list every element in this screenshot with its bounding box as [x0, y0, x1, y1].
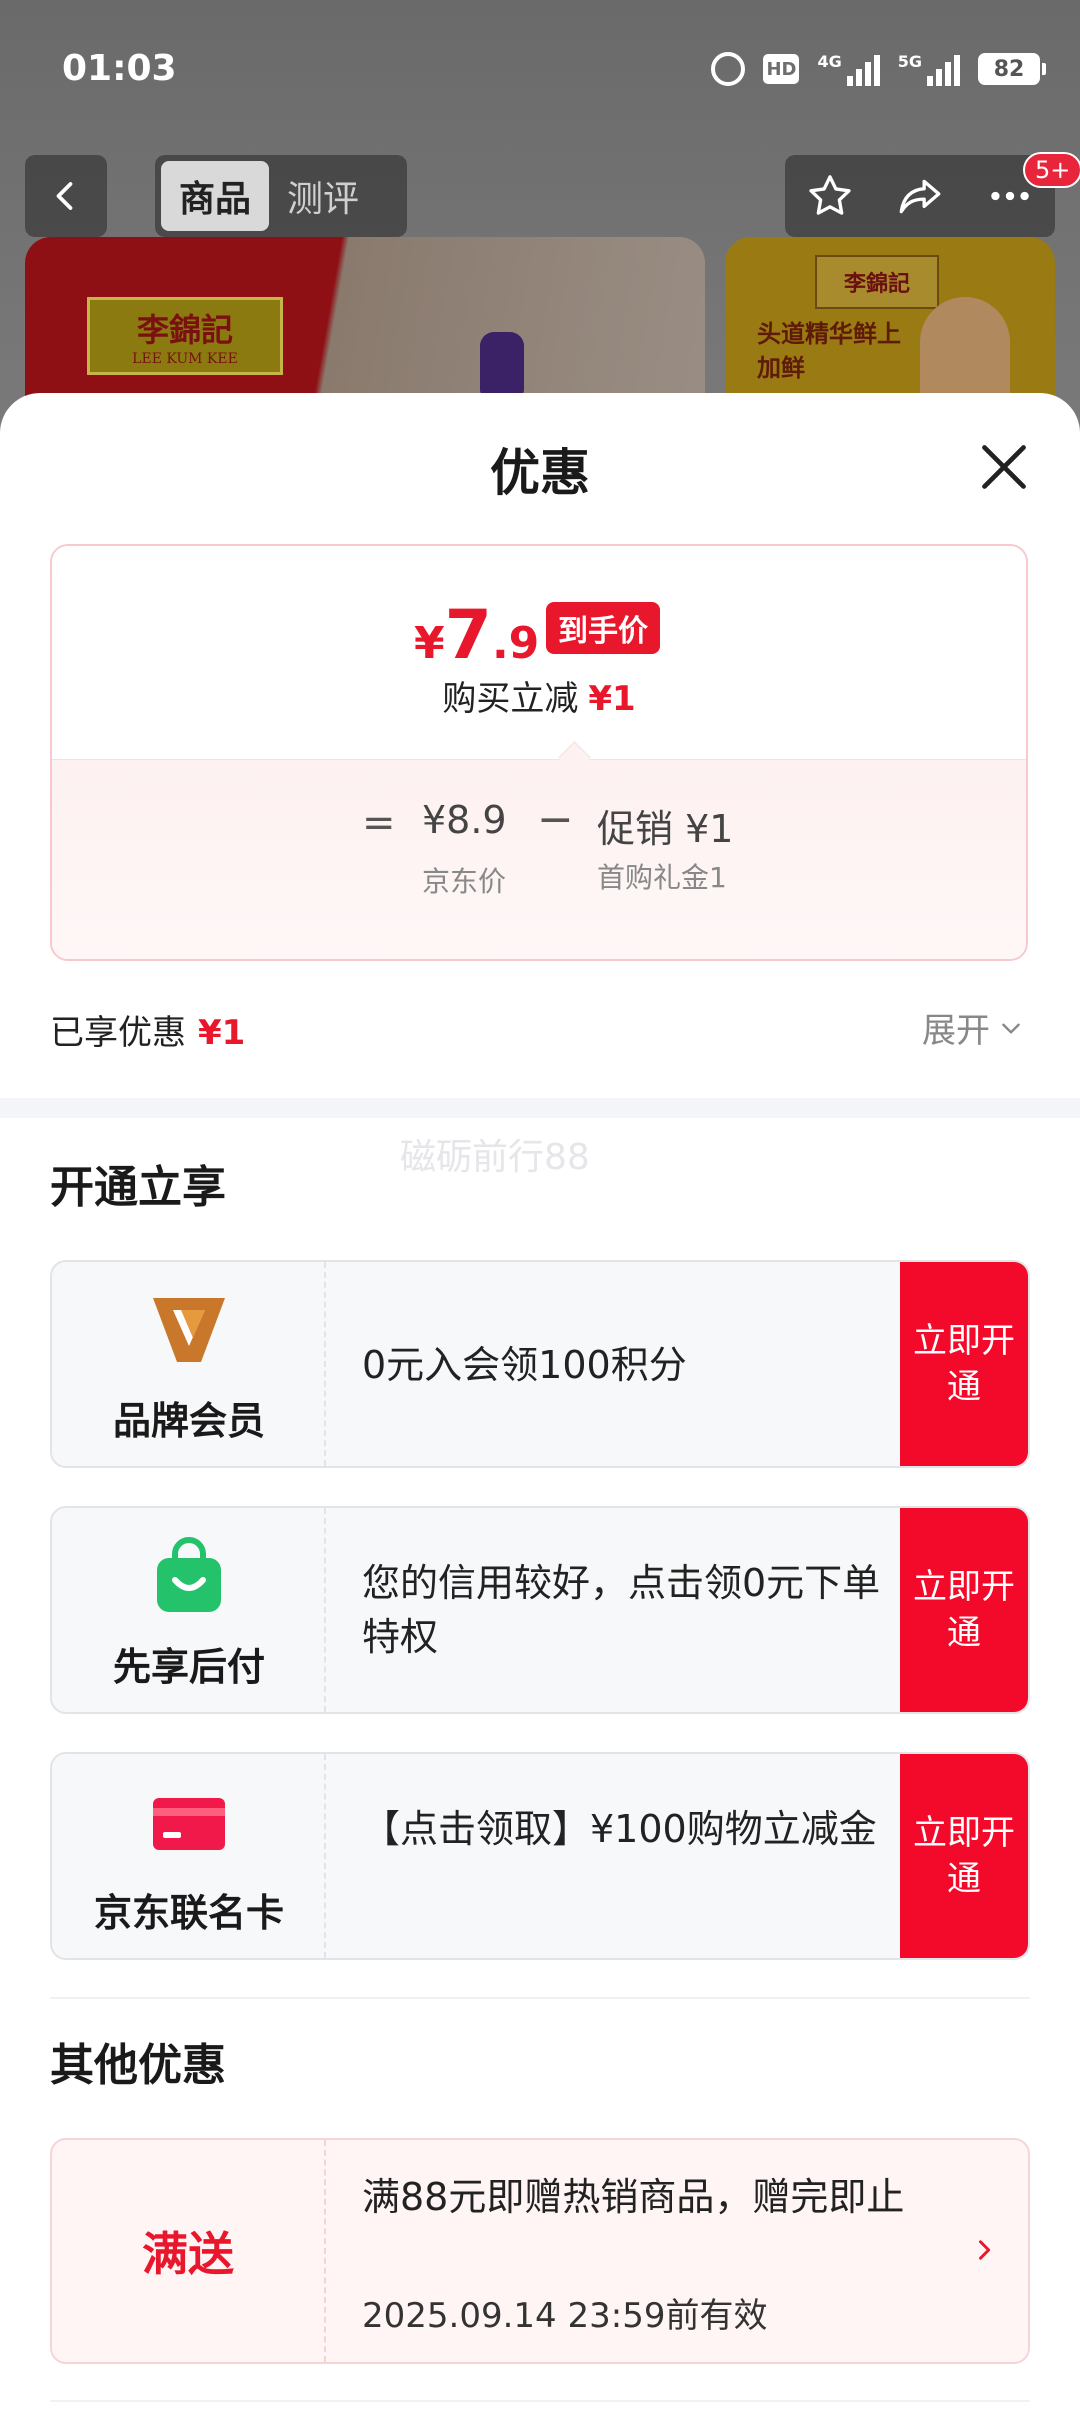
signal-4g-label: 4G — [817, 52, 842, 71]
benefit-desc: 0元入会领100积分 — [362, 1343, 687, 1387]
final-price-symbol: ¥ — [414, 618, 445, 669]
nav-tabs: 商品 测评 — [155, 155, 407, 237]
status-bar: 01:03 HD 4G 5G 82 — [0, 0, 1080, 140]
benefit-name: 京东联名卡 — [93, 1891, 284, 1935]
open-section-title: 开通立享 — [50, 1162, 226, 1213]
jd-price-label: 京东价 — [422, 865, 507, 898]
signal-4g-icon: 4G — [817, 52, 880, 86]
close-icon[interactable] — [978, 441, 1030, 493]
credit-card-icon — [153, 1798, 225, 1850]
brand-member-icon — [153, 1298, 225, 1362]
enjoyed-label: 已享优惠 — [50, 1013, 186, 1053]
signal-5g-label: 5G — [897, 52, 922, 71]
hd-icon: HD — [763, 54, 800, 84]
brand-logo-small: 李錦記 — [815, 255, 939, 309]
divider-line — [50, 1997, 1030, 1999]
open-now-button[interactable]: 立即开通 — [900, 1754, 1028, 1958]
price-top: ¥7.9 到手价 购买立减 ¥1 — [52, 546, 1026, 759]
signal-5g-icon: 5G — [898, 52, 960, 86]
minus-sign: − — [537, 794, 574, 845]
gift-promo-left: 满送 — [52, 2140, 326, 2362]
other-section-title: 其他优惠 — [50, 2040, 226, 2091]
sheet-title: 优惠 — [490, 444, 590, 502]
benefit-left: 京东联名卡 — [52, 1754, 326, 1958]
brand-name-cn: 李錦記 — [136, 311, 233, 349]
gift-promo-tag: 满送 — [142, 2227, 234, 2281]
benefit-left: 先享后付 — [52, 1508, 326, 1712]
tab-review[interactable]: 测评 — [269, 161, 377, 231]
expand-button[interactable]: 展开 — [922, 1003, 1024, 1052]
open-now-button[interactable]: 立即开通 — [900, 1262, 1028, 1466]
product-nav-bar: 商品 测评 — [0, 155, 1080, 240]
chevron-down-icon — [1002, 1023, 1020, 1034]
price-summary-card: ¥7.9 到手价 购买立减 ¥1 = ¥8.9 京东价 − 促销 ¥1 首购礼金1 — [50, 544, 1028, 961]
message-badge: 5+ — [1023, 152, 1080, 188]
open-now-button[interactable]: 立即开通 — [900, 1508, 1028, 1712]
nav-actions — [785, 155, 1055, 237]
reduce-amount: ¥1 — [588, 679, 636, 719]
benefit-card-brand-member[interactable]: 品牌会员 0元入会领100积分 立即开通 — [50, 1260, 1030, 1468]
final-price-dec: .9 — [491, 618, 540, 669]
price-breakdown: = ¥8.9 京东价 − 促销 ¥1 首购礼金1 — [52, 759, 1026, 959]
final-price-int: 7 — [444, 596, 492, 675]
benefit-name: 品牌会员 — [112, 1399, 265, 1443]
star-icon[interactable] — [805, 171, 855, 221]
purchase-reduce: 购买立减 ¥1 — [52, 671, 1026, 720]
brand-name-en: LEE KUM KEE — [132, 351, 238, 367]
benefit-card-pay-later[interactable]: 先享后付 您的信用较好，点击领0元下单特权 立即开通 — [50, 1506, 1030, 1714]
alarm-icon — [711, 52, 746, 86]
status-icons: HD 4G 5G 82 — [711, 44, 1046, 94]
status-time: 01:03 — [62, 48, 177, 89]
gift-promo-validity: 2025.09.14 23:59前有效 — [362, 2296, 768, 2336]
divider-line-bottom — [50, 2400, 1030, 2402]
tab-product[interactable]: 商品 — [161, 161, 270, 231]
gift-promo-card[interactable]: 满送 满88元即赠热销商品，赠完即止 2025.09.14 23:59前有效 — [50, 2138, 1030, 2364]
enjoyed-discount: 已享优惠 ¥1 — [50, 1005, 245, 1054]
back-button[interactable] — [25, 155, 107, 237]
expand-label: 展开 — [922, 1011, 990, 1051]
reduce-label: 购买立减 — [442, 679, 579, 719]
promo-label: 首购礼金1 — [597, 861, 727, 894]
gift-promo-desc: 满88元即赠热销商品，赠完即止 — [362, 2175, 905, 2219]
chevron-left-icon — [56, 182, 73, 210]
benefit-desc: 您的信用较好，点击领0元下单特权 — [362, 1561, 881, 1659]
final-price-tag: 到手价 — [546, 602, 660, 654]
benefit-name: 先享后付 — [112, 1645, 265, 1689]
jd-price: ¥8.9 — [422, 798, 507, 842]
final-price: ¥7.9 — [414, 596, 539, 675]
benefit-card-jd-cobrand[interactable]: 京东联名卡 【点击领取】¥100购物立减金 立即开通 — [50, 1752, 1030, 1960]
chevron-right-icon — [979, 2240, 991, 2260]
enjoyed-amount: ¥1 — [198, 1013, 246, 1053]
equals-sign: = — [362, 800, 396, 846]
battery-icon: 82 — [978, 53, 1046, 85]
watermark-text: 磁砺前行88 — [400, 1137, 590, 1178]
promo-amount: 促销 ¥1 — [597, 807, 734, 851]
share-icon[interactable] — [895, 171, 945, 221]
product-bottle-image — [480, 332, 524, 396]
spokesperson-image — [920, 297, 1010, 407]
benefit-desc: 【点击领取】¥100购物立减金 — [362, 1807, 877, 1851]
side-promo-text: 头道精华鲜上加鲜 — [757, 320, 901, 382]
benefit-left: 品牌会员 — [52, 1262, 326, 1466]
shopping-bag-icon — [157, 1537, 221, 1612]
section-divider — [0, 1098, 1080, 1118]
discount-sheet: 优惠 ¥7.9 到手价 购买立减 ¥1 = ¥8.9 京东价 − 促销 ¥1 首购… — [0, 393, 1080, 2412]
brand-logo: 李錦記 LEE KUM KEE — [87, 297, 283, 375]
